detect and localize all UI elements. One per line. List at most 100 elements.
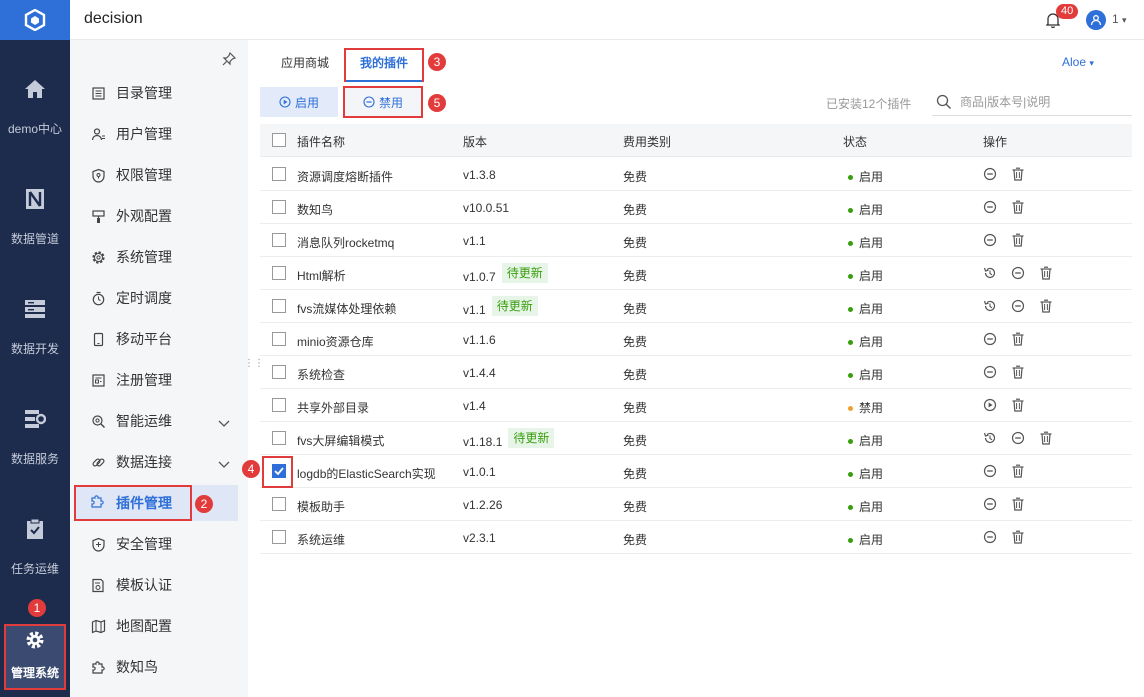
- trash-icon[interactable]: [1011, 200, 1025, 214]
- table-row[interactable]: 数知鸟 v10.0.51 免费 启用: [260, 191, 1132, 224]
- trash-icon[interactable]: [1011, 332, 1025, 346]
- sidebar-item-1[interactable]: 用户管理: [70, 115, 240, 153]
- trash-icon[interactable]: [1039, 431, 1053, 445]
- sidebar-item-7[interactable]: 注册管理: [70, 361, 240, 399]
- search-box[interactable]: 商品|版本号|说明: [932, 88, 1132, 116]
- disable-icon[interactable]: [983, 497, 997, 511]
- row-checkbox[interactable]: [272, 497, 286, 511]
- avatar[interactable]: [1086, 10, 1106, 30]
- chevron-down-icon[interactable]: [218, 415, 230, 431]
- enable-icon[interactable]: [983, 398, 997, 412]
- disable-icon[interactable]: [983, 530, 997, 544]
- table-row[interactable]: 系统检查 v1.4.4 免费 启用: [260, 356, 1132, 389]
- table-row[interactable]: 消息队列rocketmq v1.1 免费 启用: [260, 224, 1132, 257]
- sidebar-item-2[interactable]: 权限管理: [70, 156, 240, 194]
- user-icon: [90, 127, 106, 142]
- chevron-down-icon[interactable]: [218, 456, 230, 472]
- rail-item-label: 数据管道: [10, 232, 59, 246]
- tab-bar: 应用商城 我的插件 3 Aloe ▾: [260, 40, 1144, 82]
- enable-button[interactable]: 启用: [260, 87, 338, 117]
- table-row[interactable]: fvs流媒体处理依赖 v1.1 待更新 免费 启用: [260, 290, 1132, 323]
- table-row[interactable]: minio资源仓库 v1.1.6 免费 启用: [260, 323, 1132, 356]
- update-icon[interactable]: [983, 431, 997, 445]
- link-icon: [90, 455, 106, 470]
- disable-icon[interactable]: [1011, 299, 1025, 313]
- disable-icon[interactable]: [983, 233, 997, 247]
- sidebar-item-9[interactable]: 数据连接: [70, 443, 240, 481]
- register-icon: [90, 373, 106, 388]
- sidebar-item-label: 注册管理: [116, 372, 172, 388]
- trash-icon[interactable]: [1011, 464, 1025, 478]
- sidebar-item-label: 目录管理: [116, 85, 172, 101]
- plugin-name: Html解析: [297, 269, 346, 283]
- update-icon[interactable]: [983, 266, 997, 280]
- tab-my-plugins[interactable]: 我的插件: [360, 54, 408, 71]
- row-actions: [983, 233, 1039, 247]
- disable-button[interactable]: 禁用: [343, 86, 423, 118]
- select-all-checkbox[interactable]: [272, 133, 286, 147]
- row-checkbox[interactable]: [272, 365, 286, 379]
- rail-item-2[interactable]: 数据开发: [0, 296, 70, 396]
- table-row[interactable]: fvs大屏编辑模式 v1.18.1 待更新 免费 启用: [260, 422, 1132, 455]
- table-row[interactable]: 系统运维 v2.3.1 免费 启用: [260, 521, 1132, 554]
- row-actions: [983, 497, 1039, 511]
- plugin-version: v1.1: [463, 234, 486, 248]
- sidebar-item-14[interactable]: 数知鸟: [70, 648, 240, 686]
- row-checkbox[interactable]: [272, 200, 286, 214]
- disable-icon[interactable]: [1011, 266, 1025, 280]
- trash-icon[interactable]: [1011, 167, 1025, 181]
- row-checkbox[interactable]: [272, 299, 286, 313]
- disable-icon[interactable]: [983, 332, 997, 346]
- trash-icon[interactable]: [1011, 398, 1025, 412]
- rail-item-1[interactable]: 数据管道: [0, 186, 70, 286]
- disable-icon[interactable]: [983, 200, 997, 214]
- rail-item-0[interactable]: demo中心: [0, 76, 70, 176]
- search-input[interactable]: 商品|版本号|说明: [960, 93, 1050, 110]
- rail-item-admin-system[interactable]: 管理系统: [4, 624, 66, 690]
- trash-icon[interactable]: [1011, 233, 1025, 247]
- sidebar-item-6[interactable]: 移动平台: [70, 320, 240, 358]
- disable-icon[interactable]: [983, 167, 997, 181]
- row-checkbox[interactable]: [272, 167, 286, 181]
- pin-icon[interactable]: [222, 52, 236, 66]
- trash-icon[interactable]: [1011, 497, 1025, 511]
- status-dot: [848, 340, 853, 345]
- search-icon: [936, 94, 951, 109]
- sidebar-item-0[interactable]: 目录管理: [70, 74, 240, 112]
- disable-icon[interactable]: [1011, 431, 1025, 445]
- row-checkbox[interactable]: [272, 332, 286, 346]
- trash-icon[interactable]: [1011, 365, 1025, 379]
- table-row[interactable]: 资源调度熔断插件 v1.3.8 免费 启用: [260, 158, 1132, 191]
- table-row[interactable]: Html解析 v1.0.7 待更新 免费 启用: [260, 257, 1132, 290]
- row-checkbox[interactable]: [272, 398, 286, 412]
- logo[interactable]: [0, 0, 70, 40]
- sidebar-item-11[interactable]: 安全管理: [70, 525, 240, 563]
- disable-icon[interactable]: [983, 464, 997, 478]
- sidebar-item-8[interactable]: 智能运维: [70, 402, 240, 440]
- rail-item-label: 数据服务: [10, 452, 59, 466]
- table-row[interactable]: 共享外部目录 v1.4 免费 禁用: [260, 389, 1132, 422]
- sidebar-item-4[interactable]: 系统管理: [70, 238, 240, 276]
- table-row[interactable]: 模板助手 v1.2.26 免费 启用: [260, 488, 1132, 521]
- theme-select[interactable]: Aloe ▾: [1062, 55, 1094, 69]
- sidebar-item-plugin-management[interactable]: 插件管理: [74, 485, 192, 521]
- row-checkbox[interactable]: [272, 431, 286, 445]
- trash-icon[interactable]: [1039, 266, 1053, 280]
- row-checkbox[interactable]: [272, 530, 286, 544]
- table-row[interactable]: logdb的ElasticSearch实现 v1.0.1 免费 启用: [260, 455, 1132, 488]
- trash-icon[interactable]: [1011, 530, 1025, 544]
- sidebar-item-3[interactable]: 外观配置: [70, 197, 240, 235]
- sidebar-item-5[interactable]: 定时调度: [70, 279, 240, 317]
- rail-item-3[interactable]: 数据服务: [0, 406, 70, 506]
- tab-app-store[interactable]: 应用商城: [281, 54, 329, 71]
- user-name[interactable]: 1 ▾: [1112, 12, 1127, 26]
- update-icon[interactable]: [983, 299, 997, 313]
- row-checkbox[interactable]: [272, 266, 286, 280]
- sidebar-item-12[interactable]: 模板认证: [70, 566, 240, 604]
- sidebar-item-label: 外观配置: [116, 208, 172, 224]
- disable-icon[interactable]: [983, 365, 997, 379]
- sidebar-item-13[interactable]: 地图配置: [70, 607, 240, 645]
- status-dot: [848, 373, 853, 378]
- row-checkbox[interactable]: [272, 233, 286, 247]
- trash-icon[interactable]: [1039, 299, 1053, 313]
